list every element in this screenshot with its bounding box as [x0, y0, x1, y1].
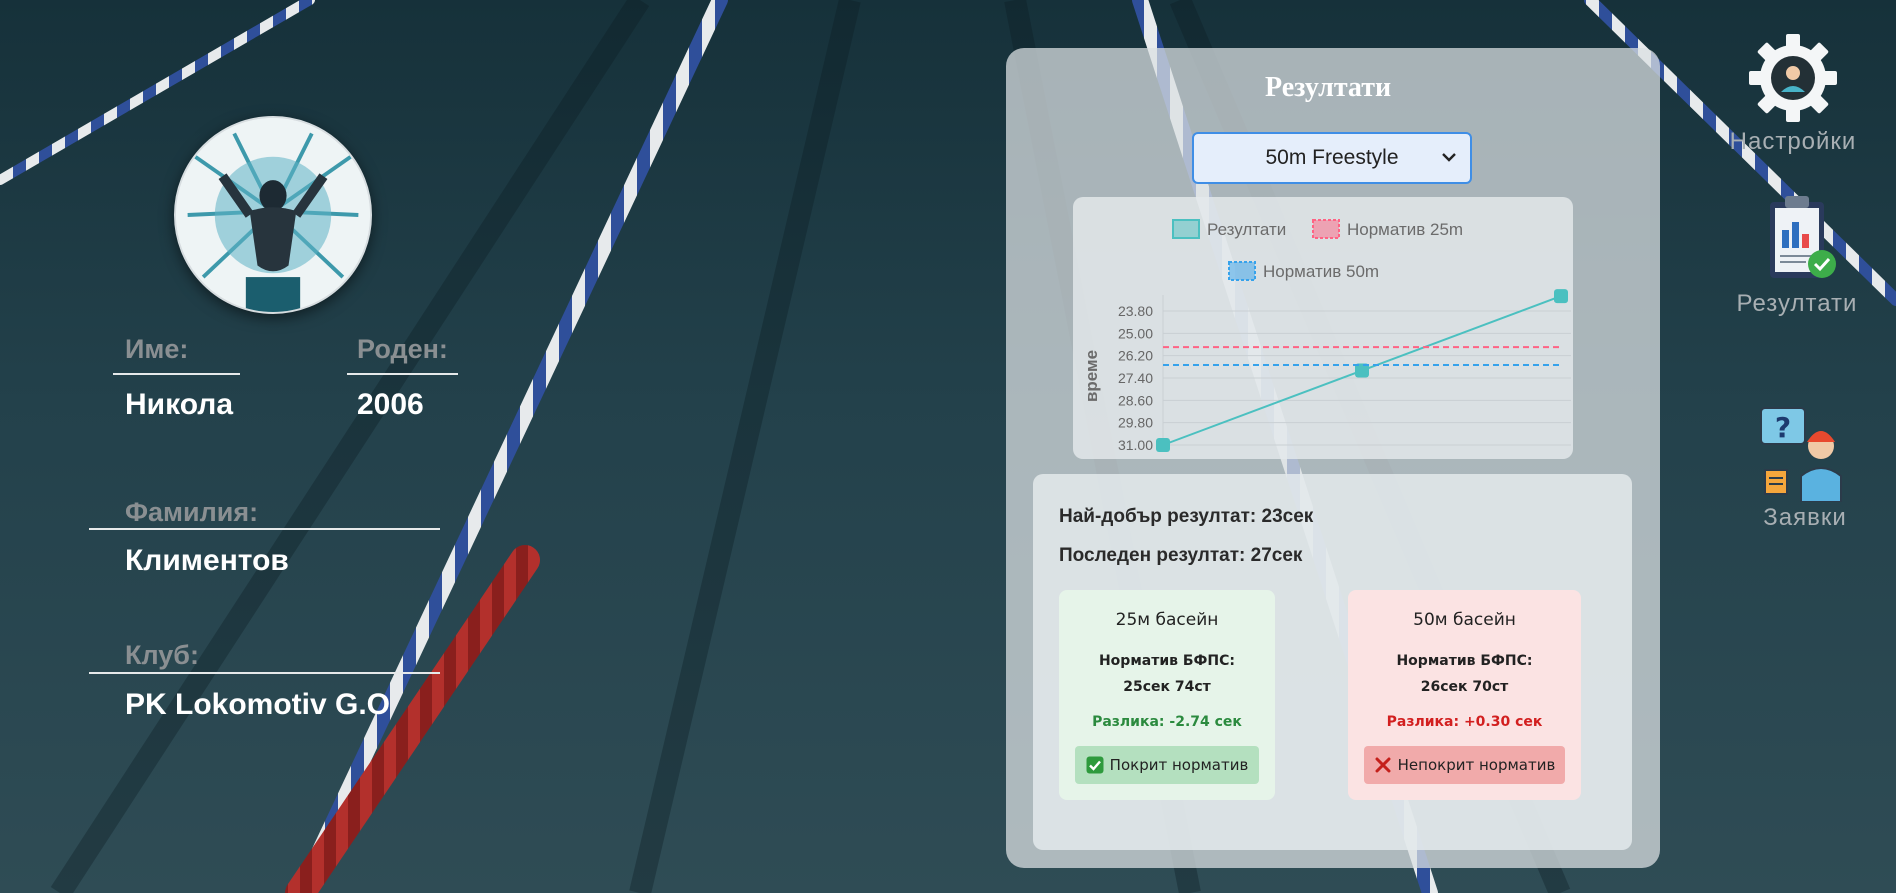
- pool-50-title: 50м басейн: [1413, 610, 1516, 630]
- cross-icon: [1375, 757, 1391, 773]
- pool-50-status: Непокрит норматив: [1397, 756, 1556, 774]
- last-name-value: Климентов: [125, 544, 289, 577]
- legend-label: Норматив 50m: [1263, 262, 1379, 281]
- y-tick-label: 26.20: [1118, 348, 1153, 364]
- gear-icon: [1749, 34, 1837, 122]
- pool-50-status-badge: Непокрит норматив: [1364, 746, 1565, 784]
- clipboard-chart-icon: [1770, 196, 1836, 278]
- pool-50-diff: Разлика: +0.30 сек: [1386, 714, 1543, 730]
- best-result: Най-добър резултат: 23сек: [1059, 506, 1314, 527]
- nav-results[interactable]: Резултати: [1722, 192, 1872, 318]
- event-select[interactable]: 50m Freestyle: [1192, 132, 1472, 184]
- swimmer-avatar: [174, 116, 372, 314]
- club-divider: [89, 672, 440, 674]
- legend-swatch: [1172, 219, 1200, 239]
- pool-50-norm-value: 26сек 70ст: [1420, 679, 1509, 695]
- stats-card: Най-добър резултат: 23сек Последен резул…: [1033, 474, 1632, 850]
- club-label: Клуб:: [125, 640, 199, 670]
- y-tick-label: 23.80: [1118, 303, 1153, 319]
- support-agent-icon: ?: [1760, 407, 1842, 502]
- pool-25-status-badge: Покрит норматив: [1075, 746, 1259, 784]
- y-tick-label: 31.00: [1118, 437, 1153, 453]
- y-tick-label: 25.00: [1118, 325, 1153, 341]
- born-label: Роден:: [357, 334, 448, 364]
- results-title: Резултати: [1265, 72, 1392, 103]
- y-tick-label: 27.40: [1118, 370, 1153, 386]
- y-axis-label: време: [1082, 350, 1101, 402]
- pool-25-status: Покрит норматив: [1109, 756, 1249, 774]
- pool-25-norm-value: 25сек 74ст: [1123, 679, 1211, 695]
- pool-25-norm: Норматив БФПС: 25сек 74ст: [1059, 648, 1275, 700]
- born-divider: [347, 373, 458, 375]
- last-result: Последен резултат: 27сек: [1059, 545, 1303, 566]
- legend-label: Норматив 25m: [1347, 220, 1463, 239]
- nav-results-label: Резултати: [1736, 290, 1858, 317]
- results-chart-card: Резултати Норматив 25m Норматив 50m 23.80 25…: [1073, 197, 1573, 459]
- nav-settings-label: Настройки: [1729, 128, 1857, 155]
- y-tick-label: 29.80: [1118, 415, 1153, 431]
- first-name-label: Име:: [125, 334, 189, 364]
- nav-settings[interactable]: Настройки: [1720, 30, 1866, 156]
- pool-50-norm-label: Норматив БФПС:: [1396, 653, 1533, 669]
- data-point: [1554, 289, 1568, 304]
- pool-50-card: 50м басейн Норматив БФПС: 26сек 70ст Раз…: [1348, 590, 1581, 800]
- pool-50-norm: Норматив БФПС: 26сек 70ст: [1348, 648, 1581, 700]
- legend-swatch: [1228, 261, 1256, 281]
- data-point: [1156, 438, 1170, 452]
- first-name-value: Никола: [125, 388, 234, 421]
- pool-25-title: 25м басейн: [1115, 610, 1219, 630]
- nav-requests-label: Заявки: [1763, 504, 1847, 531]
- results-chart: Резултати Норматив 25m Норматив 50m 23.80 25…: [1082, 219, 1571, 453]
- y-tick-label: 28.60: [1118, 392, 1153, 408]
- last-name-divider: [89, 528, 440, 530]
- nav-requests[interactable]: ? Заявки: [1740, 404, 1870, 532]
- pool-25-diff: Разлика: -2.74 сек: [1092, 714, 1242, 730]
- legend-swatch: [1312, 219, 1340, 239]
- check-icon: [1086, 756, 1104, 774]
- chevron-down-icon: [1442, 153, 1456, 162]
- born-value: 2006: [357, 388, 424, 421]
- last-name-label: Фамилия:: [125, 497, 259, 527]
- club-value: PK Lokomotiv G.O: [125, 688, 391, 721]
- svg-text:?: ?: [1775, 411, 1791, 444]
- event-select-value: 50m Freestyle: [1265, 146, 1399, 169]
- legend-label: Резултати: [1207, 220, 1286, 239]
- first-name-divider: [113, 373, 240, 375]
- pool-25-card: 25м басейн Норматив БФПС: 25сек 74ст Раз…: [1059, 590, 1275, 800]
- pool-25-norm-label: Норматив БФПС:: [1098, 653, 1236, 669]
